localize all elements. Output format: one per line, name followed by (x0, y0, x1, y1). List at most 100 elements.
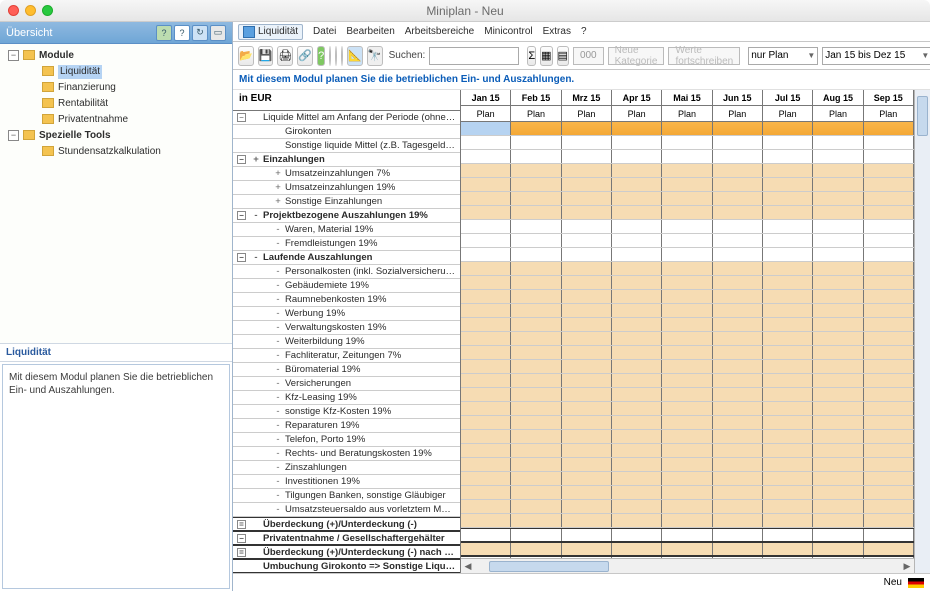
grid-row-label[interactable]: -Werbung 19% (233, 307, 460, 321)
tree-item-liquiditaet[interactable]: Liquidität (2, 64, 230, 80)
grid-cell[interactable] (562, 388, 612, 401)
grid-row-label[interactable]: −-Laufende Auszahlungen (233, 251, 460, 265)
grid-cell[interactable] (864, 220, 914, 233)
grid-cell[interactable] (511, 206, 561, 219)
grid-cell[interactable] (662, 206, 712, 219)
grid-cell[interactable] (562, 360, 612, 373)
grid-cell[interactable] (461, 430, 511, 443)
horizontal-scrollbar[interactable]: ◀ ▶ (461, 558, 914, 573)
grid-cell[interactable] (562, 276, 612, 289)
grid-cell[interactable] (713, 514, 763, 527)
grid-cell[interactable] (461, 514, 511, 527)
grid-cell[interactable] (813, 472, 863, 485)
grid-cell[interactable] (511, 262, 561, 275)
grid-cell[interactable] (713, 234, 763, 247)
plan-dropdown[interactable]: nur Plan▼ (748, 47, 818, 65)
grid-cell[interactable] (763, 262, 813, 275)
menu-bearbeiten[interactable]: Bearbeiten (346, 26, 394, 37)
grid-cell[interactable] (662, 529, 712, 541)
print-icon[interactable]: 🖨 (277, 46, 293, 66)
grid-cell[interactable] (612, 543, 662, 555)
new-category-button[interactable]: Neue Kategorie (608, 47, 665, 65)
grid-cell[interactable] (813, 248, 863, 261)
tree-item-rentabilitaet[interactable]: Rentabilität (2, 96, 230, 112)
grid-cell[interactable] (662, 388, 712, 401)
menu-help[interactable]: ? (581, 26, 587, 37)
grid-row-label[interactable]: -Verwaltungskosten 19% (233, 321, 460, 335)
module-tab[interactable]: Liquidität (238, 24, 303, 40)
grid-cell[interactable] (662, 472, 712, 485)
sum-button[interactable]: Σ (527, 46, 536, 66)
grid-cell[interactable] (713, 220, 763, 233)
grid-cell[interactable] (612, 458, 662, 471)
grid-cell[interactable] (511, 234, 561, 247)
grid-cell[interactable] (612, 529, 662, 541)
grid-row-label[interactable]: -Büromaterial 19% (233, 363, 460, 377)
grid-cell[interactable] (813, 388, 863, 401)
grid-cell[interactable] (612, 248, 662, 261)
circle2-icon[interactable] (335, 46, 337, 66)
grid-cell[interactable] (511, 360, 561, 373)
grid-cell[interactable] (662, 374, 712, 387)
grid-cell[interactable] (662, 164, 712, 177)
grid-cell[interactable] (662, 500, 712, 513)
grid-cell[interactable] (763, 458, 813, 471)
grid-cell[interactable] (864, 332, 914, 345)
grid-cell[interactable] (511, 220, 561, 233)
grid-cell[interactable] (511, 178, 561, 191)
grid-cell[interactable] (713, 360, 763, 373)
grid-cell[interactable] (662, 262, 712, 275)
grid-cell[interactable] (864, 262, 914, 275)
grid-cell[interactable] (562, 318, 612, 331)
grid-cell[interactable] (562, 529, 612, 541)
grid-cell[interactable] (612, 318, 662, 331)
grid-cell[interactable] (713, 248, 763, 261)
grid-cell[interactable] (612, 402, 662, 415)
grid-cell[interactable] (864, 136, 914, 149)
grid-cell[interactable] (562, 304, 612, 317)
grid-cell[interactable] (662, 486, 712, 499)
grid-cell[interactable] (864, 444, 914, 457)
grid-cell[interactable] (813, 234, 863, 247)
grid-row-label[interactable]: −+Einzahlungen (233, 153, 460, 167)
grid-cell[interactable] (461, 150, 511, 163)
grid-cell[interactable] (612, 430, 662, 443)
grid-cell[interactable] (864, 164, 914, 177)
grid-cell[interactable] (612, 444, 662, 457)
grid-cell[interactable] (763, 500, 813, 513)
grid-cell[interactable] (713, 374, 763, 387)
grid-cell[interactable] (461, 486, 511, 499)
grid-cell[interactable] (562, 290, 612, 303)
grid-cell[interactable] (612, 332, 662, 345)
grid-cell[interactable] (713, 206, 763, 219)
grid-cell[interactable] (511, 276, 561, 289)
grid-cell[interactable] (511, 304, 561, 317)
grid-cell[interactable] (461, 360, 511, 373)
grid-cell[interactable] (612, 388, 662, 401)
scroll-right-icon[interactable]: ▶ (900, 561, 914, 572)
grid-cell[interactable] (713, 500, 763, 513)
grid-cell[interactable] (511, 346, 561, 359)
grid-cell[interactable] (612, 416, 662, 429)
menu-datei[interactable]: Datei (313, 26, 336, 37)
grid-cell[interactable] (662, 248, 712, 261)
grid-cell[interactable] (763, 206, 813, 219)
grid-cell[interactable] (612, 164, 662, 177)
grid-cell[interactable] (864, 206, 914, 219)
grid-cell[interactable] (511, 374, 561, 387)
grid-cell[interactable] (662, 416, 712, 429)
grid-cell[interactable] (813, 122, 863, 135)
grid-cell[interactable] (864, 290, 914, 303)
grid-cell[interactable] (713, 122, 763, 135)
grid-cell[interactable] (461, 262, 511, 275)
grid-cell[interactable] (763, 318, 813, 331)
vertical-scrollbar[interactable] (914, 90, 930, 573)
grid-cell[interactable] (763, 360, 813, 373)
grid-cell[interactable] (813, 402, 863, 415)
scroll-left-icon[interactable]: ◀ (461, 561, 475, 572)
grid-cell[interactable] (864, 416, 914, 429)
grid-cell[interactable] (461, 164, 511, 177)
grid-cell[interactable] (864, 388, 914, 401)
grid-cell[interactable] (562, 402, 612, 415)
grid-cell[interactable] (763, 430, 813, 443)
